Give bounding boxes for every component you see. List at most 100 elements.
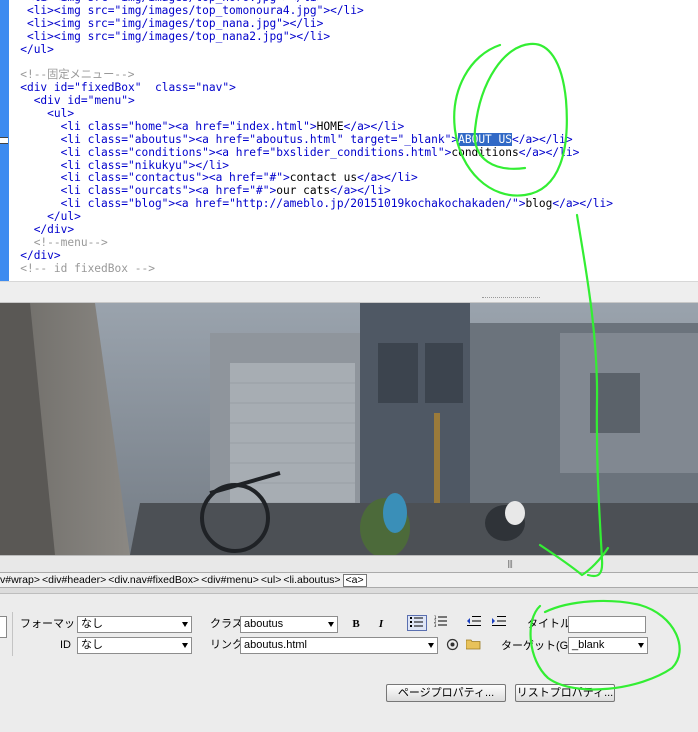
code-line[interactable]: <li><img src="img/images/top_nana2.jpg">… — [0, 29, 613, 44]
code-line[interactable]: <div id="menu"> — [0, 94, 613, 108]
code-token: "ourcats" — [128, 184, 189, 198]
code-token: <li><img — [26, 16, 88, 30]
code-token: "aboutus.html" — [249, 132, 344, 146]
design-view[interactable] — [0, 303, 698, 555]
code-token: "blog" — [128, 197, 169, 211]
code-token: class= — [87, 184, 128, 198]
inspector-divider — [12, 612, 13, 656]
breadcrumb-menu[interactable]: <div#menu> — [201, 573, 261, 587]
class-label: クラス — [210, 618, 243, 630]
code-token: "menu" — [87, 94, 129, 108]
italic-icon[interactable]: I — [373, 616, 389, 632]
code-line[interactable]: <li class="blog"><a href="http://ameblo.… — [0, 197, 613, 211]
code-token: <li><img — [26, 29, 88, 43]
class-select[interactable]: aboutus — [240, 616, 338, 633]
tag-selector: v#wrap> <div#header> <div.nav#fixedBox> <di… — [0, 572, 698, 588]
id-select[interactable]: なし — [77, 637, 192, 654]
code-token: class= — [87, 197, 128, 211]
code-token: class= — [154, 81, 196, 95]
breadcrumb-li[interactable]: <li.aboutus> — [283, 573, 342, 587]
selected-text: ABOUT US — [458, 132, 512, 146]
code-token: "_blank" — [397, 132, 452, 146]
code-token: <li><img — [26, 3, 88, 17]
folder-icon[interactable] — [465, 638, 481, 654]
resize-grip-icon[interactable]: ||| — [507, 559, 513, 568]
code-token: ><a — [168, 197, 196, 211]
code-line[interactable]: <!--menu--> — [0, 236, 613, 250]
breadcrumb-wrap[interactable]: v#wrap> — [0, 573, 42, 587]
id-select-value: なし — [81, 639, 103, 651]
code-token: ><a — [208, 145, 236, 159]
svg-text:3: 3 — [434, 623, 437, 627]
code-token: "aboutus" — [128, 132, 189, 146]
list-properties-button[interactable]: リストプロパティ... — [515, 684, 615, 702]
code-token: target= — [350, 132, 398, 146]
target-select-value: _blank — [572, 639, 605, 651]
code-token: > — [282, 171, 290, 185]
code-editor[interactable]: <li><img src="img/images/top_noro.jpg"><… — [0, 0, 698, 281]
code-token: "img/images/top_tomonoura4.jpg" — [114, 3, 324, 17]
code-token: </a></li> — [330, 184, 391, 198]
code-token: ><a — [168, 119, 196, 133]
code-token: blog — [525, 197, 553, 211]
code-token: ></li> — [282, 16, 324, 30]
outdent-glyph — [467, 616, 481, 626]
code-token: "#" — [262, 171, 283, 185]
chevron-down-icon — [638, 643, 644, 648]
breadcrumb-ul[interactable]: <ul> — [261, 573, 283, 587]
code-token: href= — [235, 145, 270, 159]
unordered-list-icon[interactable] — [407, 615, 427, 631]
code-token: </a></li> — [357, 171, 418, 185]
code-token: <li — [60, 171, 88, 185]
code-line[interactable]: </ul> — [0, 42, 613, 57]
outdent-icon[interactable] — [465, 615, 483, 631]
code-token: "img/images/top_nana.jpg" — [114, 16, 283, 30]
code-token: </ul> — [47, 210, 81, 224]
code-token: <li — [60, 158, 88, 172]
page-properties-button[interactable]: ページプロパティ... — [386, 684, 506, 702]
code-token: class= — [87, 132, 128, 146]
indent-icon[interactable] — [490, 615, 508, 631]
code-line[interactable]: </ul> — [0, 210, 613, 224]
ordered-list-icon[interactable]: 1 2 3 — [432, 615, 450, 631]
title-input[interactable] — [568, 616, 646, 633]
code-token: "fixedBox" — [74, 81, 142, 95]
property-inspector: フォーマット なし クラス aboutus B I 1 2 3 タイトル ID … — [0, 594, 698, 732]
code-token: <div — [33, 94, 68, 108]
breadcrumb-header[interactable]: <div#header> — [42, 573, 108, 587]
code-token: ></li> — [188, 158, 230, 172]
code-token: <li — [60, 184, 88, 198]
bold-icon[interactable]: B — [348, 616, 364, 632]
code-token: "img/images/top_nana2.jpg" — [114, 29, 290, 43]
code-token: "bxslider_conditions.html" — [269, 145, 445, 159]
ordered-list-glyph: 1 2 3 — [434, 615, 447, 628]
code-lines[interactable]: <li><img src="img/images/top_noro.jpg"><… — [0, 0, 613, 276]
code-token: </div> — [20, 248, 61, 262]
code-token: <ul> — [47, 107, 75, 121]
code-token: HOME — [316, 119, 344, 133]
splitter-grip[interactable] — [482, 297, 540, 300]
code-token: </ul> — [20, 42, 54, 56]
link-input[interactable]: aboutus.html — [240, 637, 438, 654]
code-token: ></li> — [323, 3, 364, 17]
point-to-file-icon[interactable] — [444, 638, 460, 654]
breadcrumb-a-active[interactable]: <a> — [342, 574, 367, 587]
target-select[interactable]: _blank — [568, 637, 648, 654]
breadcrumb-fixedbox[interactable]: <div.nav#fixedBox> — [108, 573, 201, 587]
format-select-value: なし — [81, 618, 103, 630]
code-token: id= — [53, 81, 75, 95]
split-view-divider[interactable] — [0, 281, 698, 303]
format-select[interactable]: なし — [77, 616, 192, 633]
html-mode-tab[interactable] — [0, 616, 7, 638]
code-line[interactable]: <!-- id fixedBox --> — [0, 262, 613, 276]
